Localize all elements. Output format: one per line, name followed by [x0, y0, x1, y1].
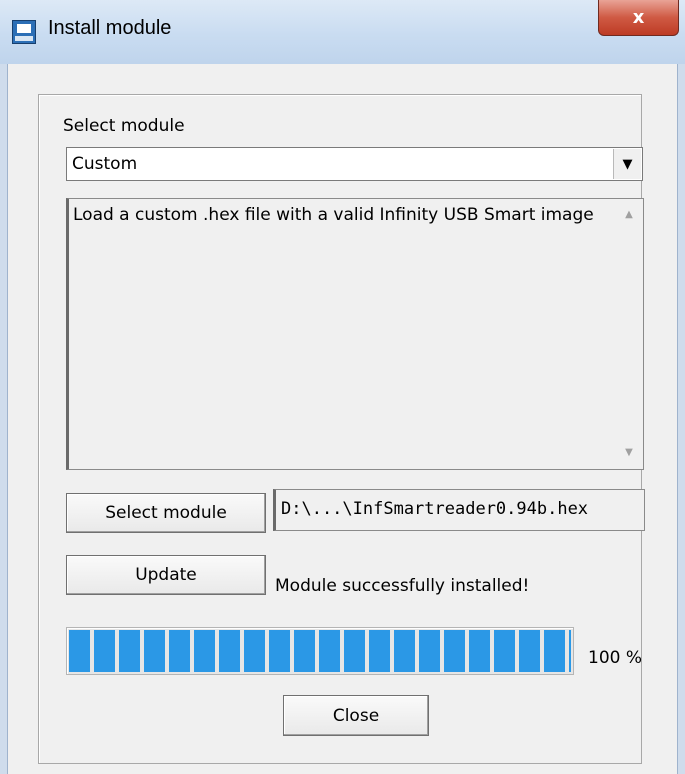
file-path-text: D:\...\InfSmartreader0.94b.hex [281, 499, 589, 519]
scroll-up-arrow-icon[interactable]: ▲ [623, 209, 635, 221]
title-bar: Install module x [0, 0, 685, 65]
window-frame-left [0, 64, 8, 774]
window-frame-right [677, 64, 685, 774]
module-select-dropdown[interactable]: Custom ▼ [66, 147, 643, 181]
install-module-app-icon [12, 20, 36, 44]
window-title: Install module [48, 17, 172, 39]
progress-percent-text: 100 % [588, 648, 643, 668]
close-icon: x [632, 7, 645, 28]
app-icon-screen [17, 24, 31, 33]
chevron-down-icon[interactable]: ▼ [613, 149, 641, 179]
select-module-button[interactable]: Select module [66, 493, 266, 533]
select-module-label: Select module [63, 116, 185, 136]
file-path-field: D:\...\InfSmartreader0.94b.hex [273, 489, 645, 531]
close-button[interactable]: Close [283, 695, 429, 736]
app-icon-base [15, 36, 33, 41]
window-close-button[interactable]: x [598, 0, 679, 36]
install-status-text: Module successfully installed! [275, 576, 530, 596]
progress-fill [69, 630, 571, 672]
description-scrollbar[interactable]: ▲ ▼ [615, 199, 643, 469]
install-progress-bar [66, 627, 574, 675]
scroll-down-arrow-icon[interactable]: ▼ [623, 447, 635, 459]
module-select-value: Custom [72, 154, 138, 174]
dialog-client-area: Select module Custom ▼ Load a custom .he… [8, 64, 677, 774]
module-description-box[interactable]: Load a custom .hex file with a valid Inf… [66, 198, 644, 470]
module-description-text: Load a custom .hex file with a valid Inf… [73, 205, 594, 225]
update-button[interactable]: Update [66, 555, 266, 595]
